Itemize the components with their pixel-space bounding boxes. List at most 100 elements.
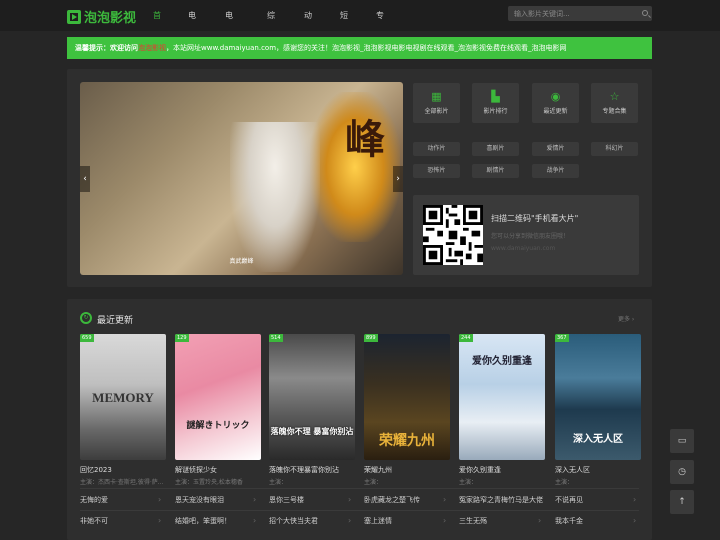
tag-action[interactable]: 动作片 [413, 142, 460, 156]
poster-art-text: 荣耀九州 [379, 433, 435, 449]
tag-scifi[interactable]: 科幻片 [591, 142, 638, 156]
quick-label: 最近更新 [543, 108, 568, 115]
episode-badge: 367 [555, 334, 569, 342]
recent-more-link[interactable]: 更多 › [618, 314, 634, 323]
poster-art-text: 落魄你不理 暴富你别沾 [270, 427, 354, 436]
qr-url: www.damaiyuan.com [491, 245, 556, 252]
poster-cast: 主演： [364, 479, 383, 486]
list-item[interactable]: 结婚吧，笨蛋啊！ [175, 514, 231, 528]
quick-label: 全部影片 [424, 108, 449, 115]
comment-icon[interactable]: ▭ [670, 429, 694, 453]
banner-next-icon[interactable]: › [393, 166, 403, 192]
notice-text: ，本站网址www.damaiyuan.com，感谢您的关注！泡泡影视_泡泡影视电… [166, 44, 567, 52]
quick-all-movies[interactable]: ▦ 全部影片 [413, 83, 460, 123]
banner-character [230, 122, 320, 272]
chevron-right-icon: › [158, 495, 162, 504]
poster-art-text: MEMORY [92, 390, 154, 405]
search-input[interactable] [508, 6, 636, 21]
banner-caption: 真武巅峰 [229, 258, 254, 265]
chevron-right-icon: › [538, 516, 542, 525]
list-item[interactable]: 招个大侠当夫君 [269, 514, 318, 528]
list-item[interactable]: 卧虎藏龙之楚飞传 [364, 493, 420, 507]
search-icon[interactable] [642, 10, 648, 16]
poster-title[interactable]: 回忆2023 [80, 465, 112, 475]
logo-text: 泡泡影视 [84, 11, 137, 26]
refresh-icon: ◉ [550, 90, 561, 103]
list-item[interactable]: 塞上迷情 [364, 514, 392, 528]
history-icon[interactable]: ◷ [670, 460, 694, 484]
qr-box: 扫描二维码"手机看大片" 您可以分享到微信朋友圈哦！ www.damaiyuan… [413, 195, 639, 275]
poster-card[interactable]: 244 爱你久别重逢 [459, 334, 545, 460]
poster-title[interactable]: 荣耀九州 [364, 465, 392, 475]
episode-badge: 514 [269, 334, 283, 342]
episode-badge: 899 [364, 334, 378, 342]
recent-section-icon: ↻ [80, 312, 92, 324]
poster-title[interactable]: 爱你久别重逢 [459, 465, 501, 475]
qr-code-icon [423, 205, 483, 265]
list-item[interactable]: 非她不可 [80, 514, 108, 528]
poster-cast: 主演：玉置玲央,松本穗香 [175, 479, 243, 486]
poster-card[interactable]: 367 深入无人区 [555, 334, 641, 460]
episode-badge: 244 [459, 334, 473, 342]
poster-card[interactable]: 659 MEMORY [80, 334, 166, 460]
chevron-right-icon: › [253, 516, 257, 525]
poster-card[interactable]: 129 謎解きトリック [175, 334, 261, 460]
tag-romance[interactable]: 爱情片 [532, 142, 579, 156]
qr-subtitle: 您可以分享到微信朋友圈哦！ [491, 233, 570, 240]
top-header: 泡泡影视 首页 电影 电视剧 综艺 动漫 短剧 专题 [0, 0, 720, 82]
chevron-right-icon: › [443, 495, 447, 504]
poster-card[interactable]: 514 落魄你不理 暴富你别沾 [269, 334, 355, 460]
list-item[interactable]: 恩你三号楼 [269, 493, 304, 507]
poster-title[interactable]: 解谜侦探少女 [175, 465, 217, 475]
chevron-right-icon: › [253, 495, 257, 504]
poster-cast: 主演： [459, 479, 478, 486]
chevron-right-icon: › [538, 495, 542, 504]
site-logo[interactable]: 泡泡影视 [67, 7, 136, 26]
star-icon: ☆ [609, 90, 620, 103]
quick-label: 影片排行 [483, 108, 508, 115]
quick-recent[interactable]: ◉ 最近更新 [532, 83, 579, 123]
recent-section-title: 最近更新 [97, 316, 134, 326]
poster-title[interactable]: 深入无人区 [555, 465, 590, 475]
tag-comedy[interactable]: 喜剧片 [472, 142, 519, 156]
poster-card[interactable]: 899 荣耀九州 [364, 334, 450, 460]
chevron-right-icon: › [158, 516, 162, 525]
chevron-right-icon: › [633, 516, 637, 525]
poster-art-text: 謎解きトリック [186, 421, 250, 431]
poster-cast: 主演： [269, 479, 288, 486]
divider [80, 510, 639, 511]
notice-site-link[interactable]: 泡泡影视 [138, 44, 166, 52]
chevron-right-icon: › [443, 516, 447, 525]
poster-title[interactable]: 落魄你不理暴富你别沾 [269, 465, 339, 475]
poster-cast: 主演：杰西卡·查斯坦,彼得·萨... [80, 479, 164, 486]
list-item[interactable]: 无悔的爱 [80, 493, 108, 507]
poster-cast: 主演： [555, 479, 574, 486]
more-label: 更多 [618, 316, 631, 323]
episode-badge: 129 [175, 334, 189, 342]
list-item[interactable]: 恩天宠没有眼泪 [175, 493, 224, 507]
notice-bar: 温馨提示：欢迎访问泡泡影视，本站网址www.damaiyuan.com，感谢您的… [67, 37, 652, 59]
poster-art-text: 深入无人区 [573, 434, 623, 445]
banner-calligraphy: 峰 [345, 116, 385, 163]
logo-play-icon [67, 9, 81, 24]
list-item[interactable]: 冤家路窄之青梅竹马是大佬 [459, 493, 543, 507]
list-item[interactable]: 三生无殇 [459, 514, 487, 528]
qr-title: 扫描二维码"手机看大片" [491, 214, 579, 223]
tag-drama[interactable]: 剧情片 [472, 164, 519, 178]
quick-ranking[interactable]: ▙ 影片排行 [472, 83, 519, 123]
quick-label: 专题合集 [602, 108, 627, 115]
list-item[interactable]: 不说再见 [555, 493, 583, 507]
banner-prev-icon[interactable]: ‹ [80, 166, 90, 192]
banner-carousel[interactable]: 峰 真武巅峰 ‹ › [80, 82, 403, 275]
list-item[interactable]: 我本千金 [555, 514, 583, 528]
divider [80, 488, 639, 489]
quick-topics[interactable]: ☆ 专题合集 [591, 83, 638, 123]
tag-war[interactable]: 战争片 [532, 164, 579, 178]
chevron-right-icon: › [633, 495, 637, 504]
chevron-right-icon: › [348, 516, 352, 525]
episode-badge: 659 [80, 334, 94, 342]
tag-horror[interactable]: 恐怖片 [413, 164, 460, 178]
poster-art-text: 爱你久别重逢 [472, 356, 532, 367]
notice-prefix: 温馨提示：欢迎访问 [75, 44, 138, 52]
back-to-top-icon[interactable]: ↑ [670, 490, 694, 514]
